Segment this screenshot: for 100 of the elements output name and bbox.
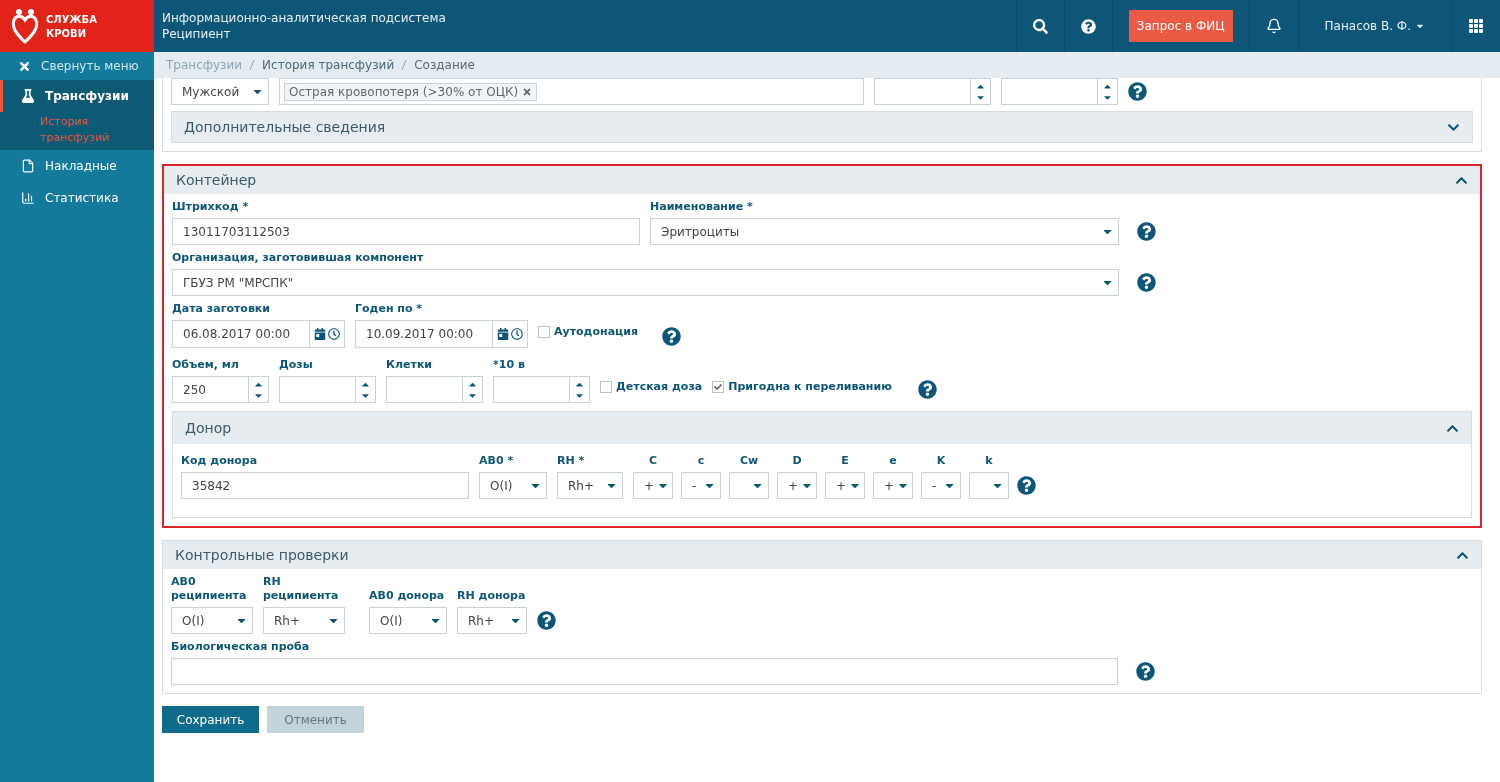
field-label: Штрихкод * [172,200,250,214]
select-field[interactable]: Эритроциты [650,218,1119,245]
select-field[interactable]: + [777,472,817,499]
checkbox-label: Детская доза [616,380,703,393]
select-field[interactable]: Rh+ [263,607,345,634]
document-icon [21,159,35,173]
diagnosis-tag[interactable]: Острая кровопотеря (>30% от ОЦК) [284,82,538,101]
field-label: Код донора [181,454,259,468]
select-field[interactable]: O(I) [369,607,447,634]
help-icon[interactable] [1136,662,1155,681]
number-field[interactable] [279,376,376,403]
field-label: Клетки [386,358,434,372]
checkbox[interactable] [600,380,612,393]
select-field[interactable]: Мужской [171,78,269,105]
field-label: RH реципиента [263,575,340,603]
bell-icon[interactable] [1265,18,1282,34]
section-title: Контейнер [176,172,257,188]
clock-icon[interactable] [511,328,523,340]
sidebar-item[interactable]: Трансфузии [0,80,154,112]
date-field[interactable]: 10.09.2017 00:00 [355,320,528,348]
help-icon[interactable] [1128,82,1147,101]
help-icon[interactable] [537,611,556,630]
app-subtitle: Реципиент [162,26,232,42]
select-field[interactable] [969,472,1009,499]
number-field[interactable] [874,78,991,105]
help-icon[interactable] [917,380,937,399]
bar-chart-icon [21,191,35,205]
field-label: *10 в [493,358,526,372]
select-field[interactable]: - [921,472,961,499]
section-header[interactable]: Дополнительные сведения [171,111,1473,143]
diagnosis-field[interactable]: Острая кровопотеря (>30% от ОЦК) [279,78,864,105]
select-field[interactable]: Rh+ [457,607,527,634]
clock-icon[interactable] [328,328,340,340]
field-label: Объем, мл [172,358,240,372]
date-field[interactable]: 06.08.2017 00:00 [172,320,345,348]
logo-text: КРОВИ [46,28,86,39]
field-label: Организация, заготовившая компонент [172,251,425,265]
select-field[interactable]: O(I) [171,607,253,634]
help-icon[interactable] [1137,222,1156,241]
field-label: E [840,454,850,468]
help-icon[interactable] [1080,18,1096,34]
calendar-icon[interactable] [314,328,326,340]
field-label: c [696,454,706,468]
select-field[interactable]: O(I) [479,472,547,499]
field-label: Наименование * [650,200,754,214]
number-field[interactable]: 250 [172,376,269,403]
remove-icon[interactable] [522,86,533,97]
breadcrumb[interactable]: История трансфузий [262,58,395,72]
number-field[interactable] [386,376,483,403]
field-label: AB0 * [479,454,515,468]
logo-icon [10,8,40,44]
field-label: Годен по * [355,302,424,316]
field-label: Биологическая проба [171,640,311,654]
donor-code-field[interactable]: 35842 [181,472,469,499]
separator-icon [401,59,408,71]
calendar-icon[interactable] [497,328,509,340]
sidebar-item[interactable]: Статистика [0,182,154,214]
user-menu[interactable]: Панасов В. Ф. [1318,18,1431,34]
select-field[interactable]: + [825,472,865,499]
sidebar-item[interactable]: Накладные [0,150,154,182]
apps-grid-icon[interactable] [1468,18,1484,34]
field-label: Дозы [279,358,314,372]
field-label: e [888,454,898,468]
section-header[interactable]: Контрольные проверки [163,541,1481,569]
section-header[interactable]: Донор [173,412,1471,444]
field-label: RH донора [457,589,527,603]
field-label: AB0 донора [369,589,446,603]
close-icon [18,59,31,73]
biological-test-field[interactable] [171,658,1118,685]
select-field[interactable]: ГБУЗ РМ "МРСПК" [172,269,1119,296]
section-title: Контрольные проверки [175,547,349,563]
select-field[interactable] [729,472,769,499]
field-label: D [791,454,803,468]
barcode-field[interactable]: 13011703112503 [172,218,640,245]
select-field[interactable]: - [681,472,721,499]
breadcrumb: Трансфузии [166,58,243,72]
app-title: Информационно-аналитическая подсистема [162,10,447,26]
select-field[interactable]: + [873,472,913,499]
help-icon[interactable] [1137,273,1156,292]
checkbox-label: Пригодна к переливанию [728,380,892,393]
search-icon[interactable] [1032,18,1048,34]
help-icon[interactable] [662,327,681,346]
field-label: k [984,454,994,468]
field-label: RH * [557,454,586,468]
save-button[interactable]: Сохранить [162,706,259,733]
section-title: Донор [185,420,232,436]
separator-icon [249,59,256,71]
select-field[interactable]: + [633,472,673,499]
number-field[interactable] [493,376,590,403]
checkbox-label: Аутодонация [554,325,638,338]
checkbox[interactable] [538,325,550,338]
section-header[interactable]: Контейнер [164,166,1480,194]
number-field[interactable] [1001,78,1118,105]
checkbox[interactable] [712,380,725,393]
field-label: Cw [738,454,760,468]
help-icon[interactable] [1017,476,1036,495]
select-field[interactable]: Rh+ [557,472,623,499]
section-title: Дополнительные сведения [184,119,386,135]
collapse-menu-button[interactable]: Свернуть меню [0,52,154,80]
field-label: C [647,454,659,468]
